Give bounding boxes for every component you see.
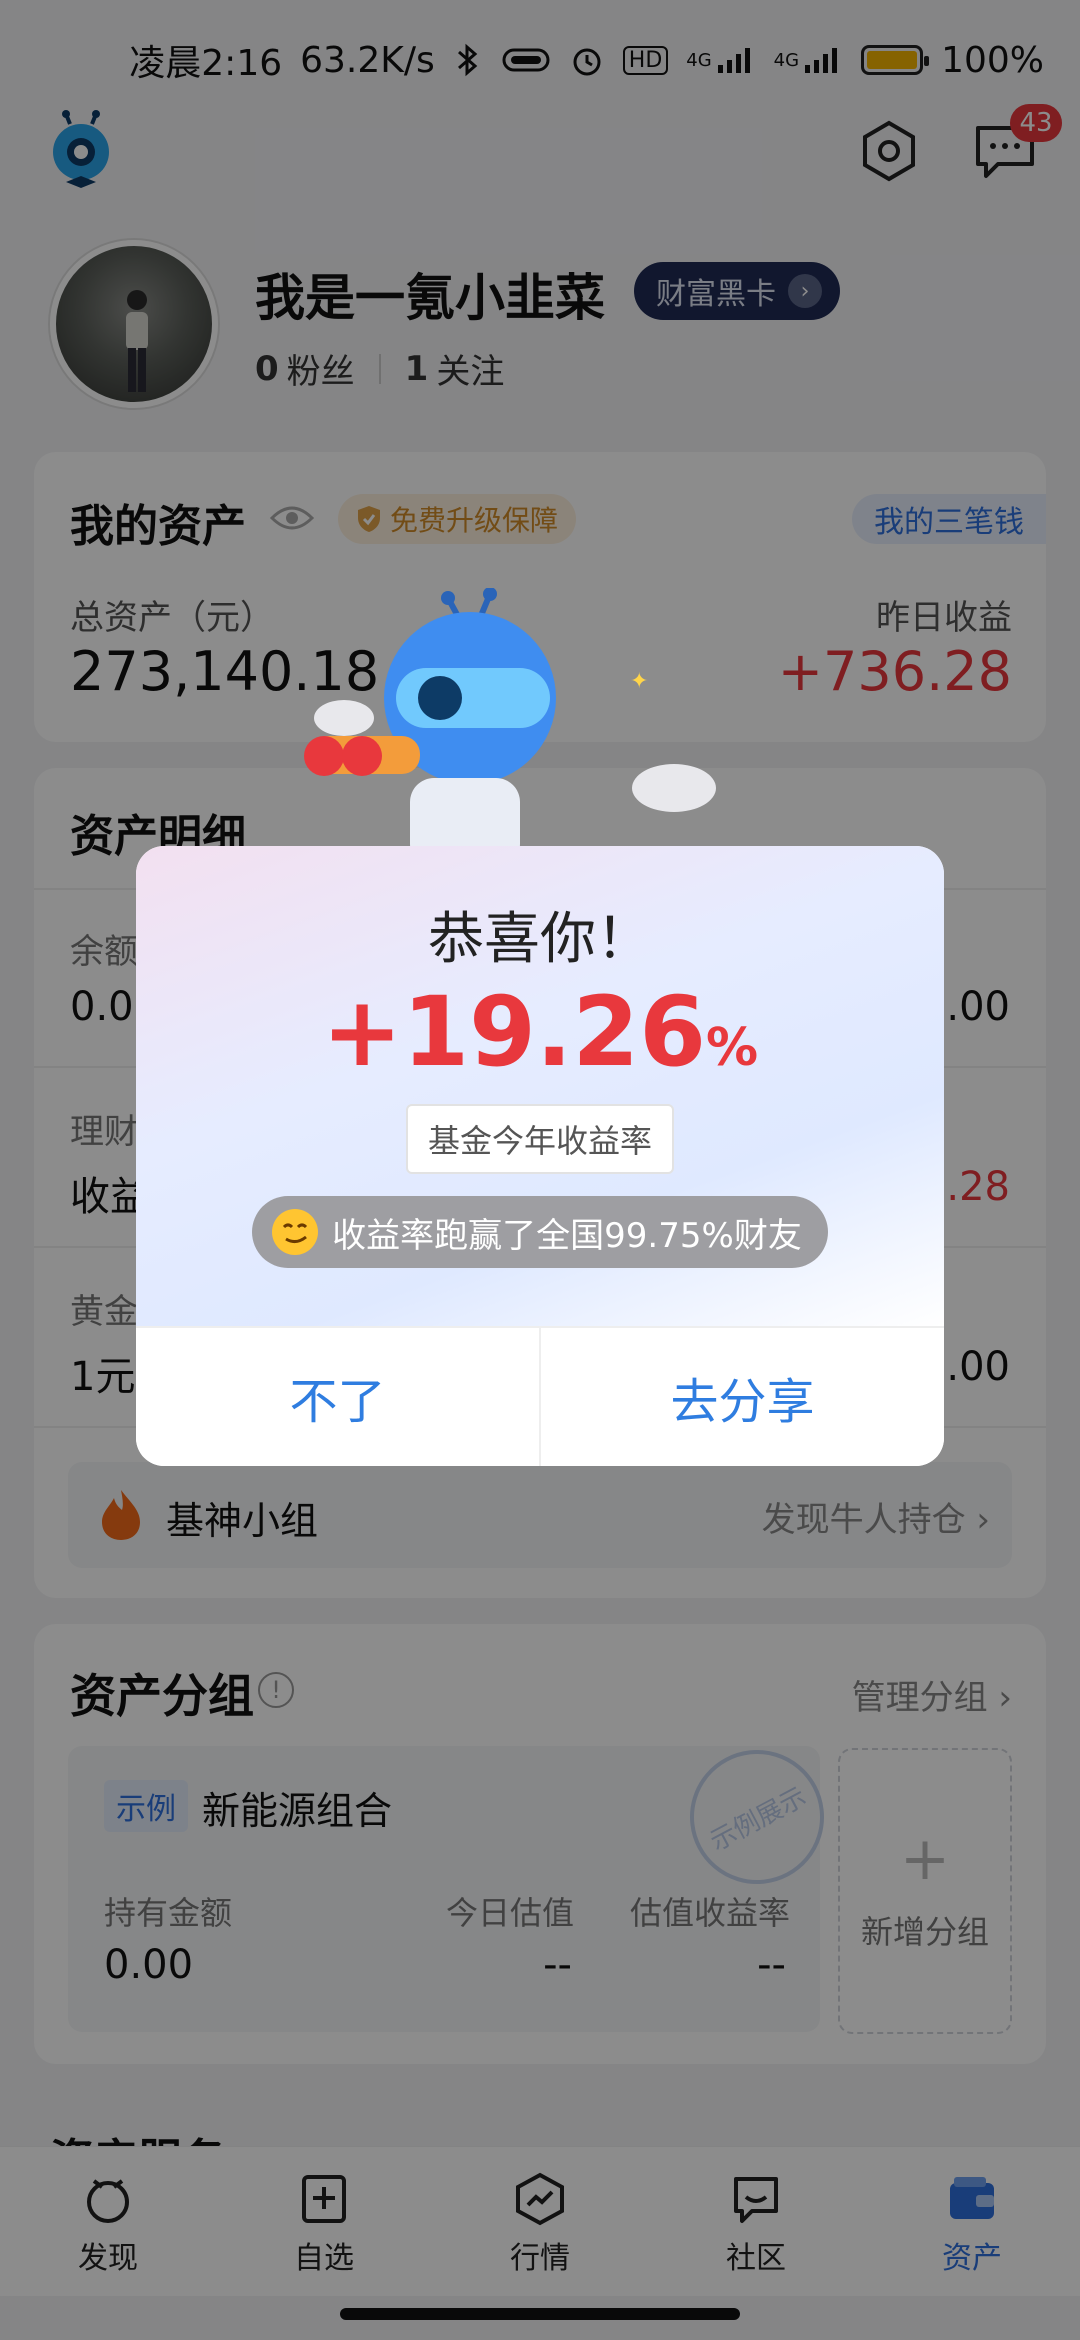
- yield-percent-value: +19.26: [321, 976, 706, 1088]
- yield-percent: +19.26%: [136, 976, 944, 1088]
- dialog-subtitle: 基金今年收益率: [405, 1104, 674, 1174]
- rank-note-text: 收益率跑赢了全国99.75%财友: [332, 1215, 802, 1256]
- percent-symbol: %: [705, 1018, 759, 1078]
- smirk-emoji-icon: [272, 1209, 319, 1255]
- dialog-subtitle-wrap: 基金今年收益率: [136, 1104, 944, 1174]
- rank-note-pill: 收益率跑赢了全国99.75%财友: [252, 1196, 828, 1268]
- dialog-title: 恭喜你！: [428, 907, 652, 972]
- share-button[interactable]: 去分享: [539, 1328, 944, 1466]
- mascot-illustration: ★ ✦: [240, 587, 760, 868]
- congrats-dialog: 恭喜你！ +19.26% 基金今年收益率 收益率跑赢了全国99.75%财友 不了…: [136, 846, 944, 1466]
- svg-text:✦: ✦: [630, 669, 648, 694]
- cancel-button[interactable]: 不了: [136, 1328, 539, 1466]
- dialog-note-wrap: 收益率跑赢了全国99.75%财友: [136, 1196, 944, 1268]
- dialog-buttons: 不了 去分享: [136, 1326, 944, 1466]
